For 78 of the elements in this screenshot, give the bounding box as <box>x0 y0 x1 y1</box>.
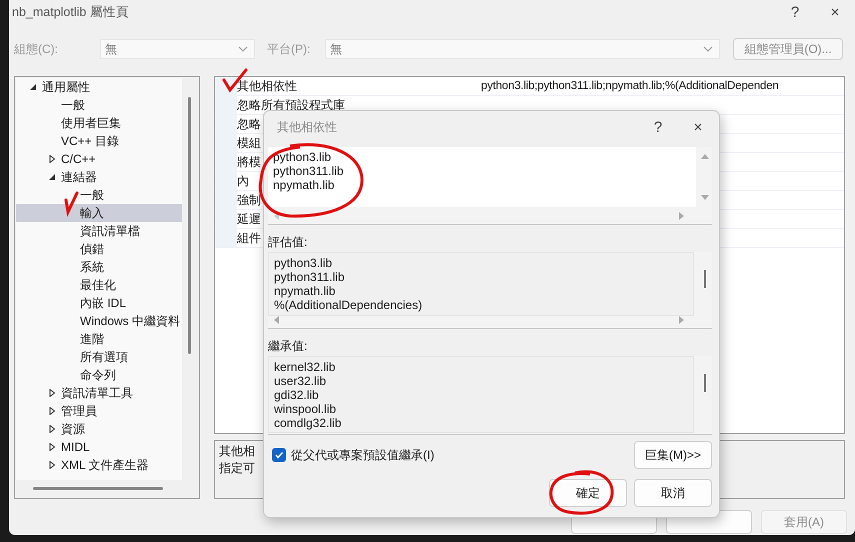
expanded-icon[interactable] <box>29 83 37 91</box>
collapsed-icon[interactable] <box>48 443 56 451</box>
text-line: winspool.lib <box>274 402 338 416</box>
scrollbar[interactable] <box>704 374 706 392</box>
config-dropdown[interactable]: 無 <box>100 39 255 59</box>
chevron-down-icon[interactable] <box>703 46 713 52</box>
collapsed-icon[interactable] <box>48 155 56 163</box>
tree-item[interactable]: Windows 中繼資料 <box>16 312 182 330</box>
collapsed-icon[interactable] <box>48 407 56 415</box>
tree-item[interactable]: C/C++ <box>16 150 182 168</box>
collapsed-icon[interactable] <box>48 425 56 433</box>
scroll-down-icon[interactable] <box>700 194 710 202</box>
text-line: kernel32.lib <box>274 360 336 374</box>
close-button[interactable]: × <box>815 4 855 21</box>
property-name[interactable]: 其他相依性 <box>235 77 481 95</box>
scrollbar[interactable] <box>704 270 706 288</box>
checkbox[interactable] <box>272 448 286 462</box>
tree-item[interactable]: XML 文件產生器 <box>16 456 182 474</box>
platform-label: 平台(P): <box>267 40 312 58</box>
help-button[interactable]: ? <box>638 119 678 136</box>
tree-item[interactable]: 連結器 <box>16 168 182 186</box>
text-line: gdi32.lib <box>274 388 320 402</box>
description-title: 其他相 <box>219 443 255 460</box>
inherited-label: 繼承值: <box>268 338 308 354</box>
collapsed-icon[interactable] <box>48 389 56 397</box>
text-line: python3.lib <box>274 256 334 270</box>
window-title: nb_matplotlib 屬性頁 <box>12 4 130 21</box>
tree-item[interactable]: 系統 <box>16 258 182 276</box>
tree-item[interactable]: 管理員 <box>16 402 182 420</box>
tree-item[interactable]: 使用者巨集 <box>16 114 182 132</box>
scrollbar[interactable] <box>188 97 191 354</box>
scroll-left-icon[interactable] <box>272 315 280 325</box>
checkbox-label: 從父代或專案預設值繼承(I) <box>291 446 436 464</box>
tree-item[interactable]: 資訊清單工具 <box>16 384 182 402</box>
scrollbar[interactable] <box>33 487 163 490</box>
scroll-right-icon[interactable] <box>678 315 686 325</box>
property-value[interactable]: python3.lib;python311.lib;npymath.lib;%(AdditionalDependen <box>481 77 779 95</box>
text-line: npymath.lib <box>273 178 336 192</box>
collapsed-icon[interactable] <box>48 461 56 469</box>
evaluated-label: 評估值: <box>268 234 308 250</box>
text-line: %(AdditionalDependencies) <box>274 298 424 312</box>
scroll-left-icon[interactable] <box>272 211 280 221</box>
dialog-title: 其他相依性 <box>276 119 338 136</box>
tree-item[interactable]: 最佳化 <box>16 276 182 294</box>
text-line: npymath.lib <box>274 284 336 298</box>
tree-item[interactable]: 資訊清單檔 <box>16 222 182 240</box>
tree-item[interactable]: 輸入 <box>16 204 182 222</box>
tree-item[interactable]: 通用屬性 <box>16 78 182 96</box>
circle-annotation <box>550 470 614 515</box>
platform-dropdown[interactable]: 無 <box>325 39 720 59</box>
ok-button[interactable]: 確定 <box>549 479 627 507</box>
tree-item[interactable]: 一般 <box>16 186 182 204</box>
text-line: user32.lib <box>274 374 328 388</box>
check-mark-annotation <box>64 192 78 217</box>
text-line: python311.lib <box>273 164 344 178</box>
cancel-button[interactable]: 取消 <box>634 479 712 507</box>
check-mark-annotation <box>222 68 248 93</box>
chevron-down-icon[interactable] <box>238 46 248 52</box>
description-text: 指定可 <box>219 460 255 477</box>
tree-item[interactable]: 資源 <box>16 420 182 438</box>
close-button[interactable]: × <box>678 119 718 136</box>
tree-item[interactable]: MIDL <box>16 438 182 456</box>
scroll-right-icon[interactable] <box>678 211 686 221</box>
expanded-icon[interactable] <box>48 173 56 181</box>
tree-item[interactable]: 所有選項 <box>16 348 182 366</box>
text-area[interactable]: python3.lib python311.lib npymath.lib <box>268 147 712 225</box>
tree-item[interactable]: VC++ 目錄 <box>16 132 182 150</box>
macros-button[interactable]: 巨集(M)>> <box>634 441 712 469</box>
tree-item[interactable]: 一般 <box>16 96 182 114</box>
tree-item[interactable]: 命令列 <box>16 366 182 384</box>
text-line: comdlg32.lib <box>274 416 342 430</box>
config-label: 組態(C): <box>14 40 59 58</box>
tree-item[interactable]: 內嵌 IDL <box>16 294 182 312</box>
tree-item[interactable]: 進階 <box>16 330 182 348</box>
tree-item[interactable]: 偵錯 <box>16 240 182 258</box>
help-button[interactable]: ? <box>775 4 815 21</box>
text-line: python3.lib <box>273 150 332 164</box>
text-line: python311.lib <box>274 270 346 284</box>
